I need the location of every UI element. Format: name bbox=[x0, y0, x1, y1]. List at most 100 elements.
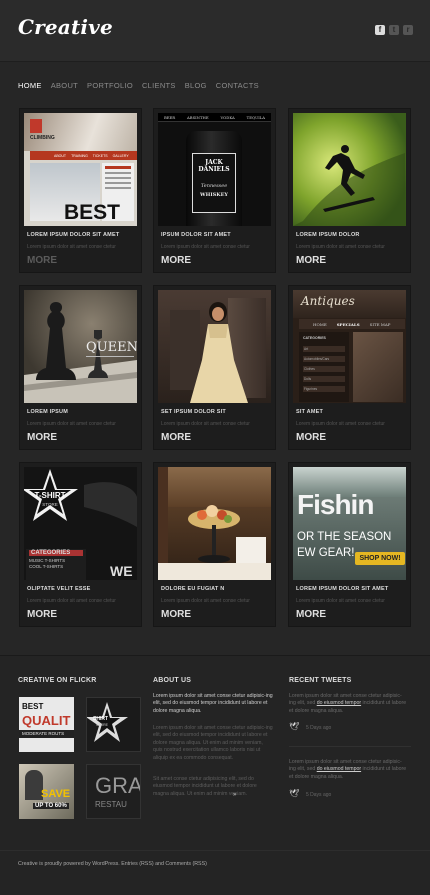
portfolio-card[interactable]: BEER ABSINTHE VODKA TEQUILA JACK DANIELS… bbox=[153, 108, 276, 273]
card-title: LOREM IPSUM DOLOR bbox=[296, 232, 360, 238]
rss-icon[interactable]: r bbox=[403, 25, 413, 35]
flickr-thumb-text: BEST bbox=[22, 702, 44, 711]
thumb-category: MUSIC T-SHIRTS bbox=[29, 558, 66, 563]
portfolio-card[interactable]: DOLORE EU FUGIAT N Lorem ipsum dolor sit… bbox=[153, 462, 276, 627]
card-description: Lorem ipsum dolor sit amet conse ctetur bbox=[161, 244, 250, 250]
portfolio-card[interactable]: CLIMBING ABOUT TRAINING TICKETS GALLERY … bbox=[19, 108, 142, 273]
card-thumbnail-surfer[interactable] bbox=[293, 113, 406, 226]
nav-home[interactable]: HOME bbox=[18, 81, 42, 90]
thumb-word: QUEEN bbox=[86, 340, 137, 355]
divider bbox=[289, 746, 411, 747]
card-title: DOLORE EU FUGIAT N bbox=[161, 586, 225, 592]
thumb-line: EW GEAR! bbox=[297, 547, 355, 559]
more-link[interactable]: MORE bbox=[27, 432, 57, 443]
card-title: OLIPTATE VELIT ESSE bbox=[27, 586, 91, 592]
thumb-category: COOL T-SHIRTS bbox=[29, 564, 64, 569]
tweet-text: Lorem ipsum dolor sit amet conse ctetur … bbox=[289, 759, 407, 780]
card-description: Lorem ipsum dolor sit amet conse ctetur bbox=[27, 244, 116, 250]
card-title: SIT AMET bbox=[296, 409, 324, 415]
flickr-thumb-text: UP TO 60% bbox=[33, 803, 69, 809]
thumb-menu-item: VODKA bbox=[220, 114, 235, 120]
about-text: Sit amet conse ctetur adipisicing elit, … bbox=[153, 776, 257, 797]
card-description: Lorem ipsum dolor sit amet conse ctetur bbox=[296, 598, 385, 604]
twitter-icon[interactable]: t bbox=[389, 25, 399, 35]
flickr-thumb[interactable]: SHIRT STORE bbox=[86, 697, 141, 752]
thumb-headline: Fishin bbox=[297, 489, 374, 520]
flickr-thumb-text: SHIRT bbox=[93, 716, 108, 722]
flickr-thumb[interactable]: GRA RESTAU bbox=[86, 764, 141, 819]
page: Creative f t r HOME ABOUT PORTFOLIO CLIE… bbox=[0, 0, 430, 895]
nav-about[interactable]: ABOUT bbox=[51, 81, 78, 90]
nav-blog[interactable]: BLOG bbox=[185, 81, 207, 90]
site-logo[interactable]: Creative bbox=[18, 15, 113, 39]
thumb-line: OR THE SEASON bbox=[297, 531, 392, 543]
card-description: Lorem ipsum dolor sit amet conse ctetur bbox=[296, 244, 385, 250]
thumb-category: Clothes bbox=[303, 366, 345, 372]
flickr-thumb[interactable]: SAVE UP TO 60% bbox=[19, 764, 74, 819]
card-thumbnail-whiskey[interactable]: BEER ABSINTHE VODKA TEQUILA JACK DANIELS… bbox=[158, 113, 271, 226]
card-thumbnail-restaurant[interactable] bbox=[158, 467, 271, 580]
card-thumbnail-fishing[interactable]: Fishin OR THE SEASON EW GEAR! SHOP NOW! bbox=[293, 467, 406, 580]
nav-portfolio[interactable]: PORTFOLIO bbox=[87, 81, 133, 90]
flickr-thumb-text: MODERATE ROUTS bbox=[19, 730, 74, 738]
shop-now-badge: SHOP NOW! bbox=[355, 552, 405, 565]
thumb-menu-item: TRAINING bbox=[71, 153, 88, 158]
tweet-link[interactable]: do eiusmod tempor bbox=[317, 766, 361, 772]
flickr-thumb-text: GRA bbox=[95, 773, 141, 798]
thumb-category: Figurines bbox=[303, 386, 345, 392]
about-text: Lorem ipsum dolor sit amet conse ctetur … bbox=[153, 725, 273, 761]
tweets-heading: RECENT TWEETS bbox=[289, 677, 352, 684]
portfolio-card[interactable]: T-SHIRT STORE CATEGORIES MUSIC T-SHIRTS … bbox=[19, 462, 142, 627]
facebook-icon[interactable]: f bbox=[375, 25, 385, 35]
card-title: SET IPSUM DOLOR SIT bbox=[161, 409, 226, 415]
nav-contacts[interactable]: CONTACTS bbox=[216, 81, 259, 90]
card-thumbnail-tshirt-store[interactable]: T-SHIRT STORE CATEGORIES MUSIC T-SHIRTS … bbox=[24, 467, 137, 580]
thumb-menu-item: BEER bbox=[163, 114, 176, 120]
card-description: Lorem ipsum dolor sit amet conse ctetur bbox=[296, 421, 385, 427]
portfolio-card[interactable]: Fishin OR THE SEASON EW GEAR! SHOP NOW! … bbox=[288, 462, 411, 627]
tweet-link[interactable]: do eiusmod tempor bbox=[317, 700, 361, 706]
thumb-menu-item: TEQUILA bbox=[246, 114, 266, 120]
portfolio-card[interactable]: SET IPSUM DOLOR SIT Lorem ipsum dolor si… bbox=[153, 285, 276, 450]
more-link[interactable]: MORE bbox=[296, 432, 326, 443]
thumb-category: Automobiles/Cars bbox=[303, 356, 345, 362]
copyright-text: Creative is proudly powered by WordPress… bbox=[18, 861, 207, 867]
card-thumbnail-dress[interactable] bbox=[158, 290, 271, 403]
more-link[interactable]: MORE bbox=[296, 609, 326, 620]
portfolio-card[interactable]: LOREM IPSUM DOLOR Lorem ipsum dolor sit … bbox=[288, 108, 411, 273]
thumb-menu-item: TICKETS bbox=[92, 153, 108, 158]
thumb-category-title: CATEGORIES bbox=[29, 550, 83, 556]
portfolio-card[interactable]: Antiques HOME SPECIALS SITE MAP CATEGORI… bbox=[288, 285, 411, 450]
thumb-category: Dolls bbox=[303, 376, 345, 382]
card-description: Lorem ipsum dolor sit amet conse ctetur bbox=[161, 598, 250, 604]
portfolio-card[interactable]: QUEEN LOREM IPSUM Lorem ipsum dolor sit … bbox=[19, 285, 142, 450]
card-thumbnail-climbing[interactable]: CLIMBING ABOUT TRAINING TICKETS GALLERY … bbox=[24, 113, 137, 226]
more-link[interactable]: MORE bbox=[161, 609, 191, 620]
card-title: LOREM IPSUM DOLOR SIT AMET bbox=[27, 232, 120, 238]
main-nav: HOME ABOUT PORTFOLIO CLIENTS BLOG CONTAC… bbox=[18, 81, 259, 90]
more-link[interactable]: MORE bbox=[27, 255, 57, 266]
more-link[interactable]: MORE bbox=[161, 432, 191, 443]
card-title: LOREM IPSUM DOLOR SIT AMET bbox=[296, 586, 389, 592]
card-description: Lorem ipsum dolor sit amet conse ctetur bbox=[161, 421, 250, 427]
card-thumbnail-chess[interactable]: QUEEN bbox=[24, 290, 137, 403]
flickr-heading: CREATIVE ON FLICKR bbox=[18, 677, 97, 684]
more-link[interactable]: MORE bbox=[161, 255, 191, 266]
thumb-menu-item: ABOUT bbox=[54, 153, 67, 158]
flickr-thumb-text: SAVE bbox=[41, 788, 71, 800]
thumb-menu-item: HOME bbox=[313, 321, 327, 327]
thumb-label-line: JACK DANIELS bbox=[198, 159, 230, 173]
thumb-menu-item: SPECIALS bbox=[336, 321, 360, 327]
flickr-thumb[interactable]: BEST QUALIT MODERATE ROUTS bbox=[19, 697, 74, 752]
card-title: LOREM IPSUM bbox=[27, 409, 69, 415]
card-thumbnail-antiques[interactable]: Antiques HOME SPECIALS SITE MAP CATEGORI… bbox=[293, 290, 406, 403]
thumb-star-bottom: STORE bbox=[42, 502, 58, 507]
about-more-link[interactable]: » bbox=[233, 792, 236, 798]
card-title: IPSUM DOLOR SIT AMET bbox=[161, 232, 231, 238]
nav-clients[interactable]: CLIENTS bbox=[142, 81, 176, 90]
thumb-menu-item: GALLERY bbox=[112, 153, 129, 158]
tweet-text: Lorem ipsum dolor sit amet conse ctetur … bbox=[289, 693, 407, 714]
card-description: Lorem ipsum dolor sit amet conse ctetur bbox=[27, 598, 116, 604]
more-link[interactable]: MORE bbox=[296, 255, 326, 266]
more-link[interactable]: MORE bbox=[27, 609, 57, 620]
